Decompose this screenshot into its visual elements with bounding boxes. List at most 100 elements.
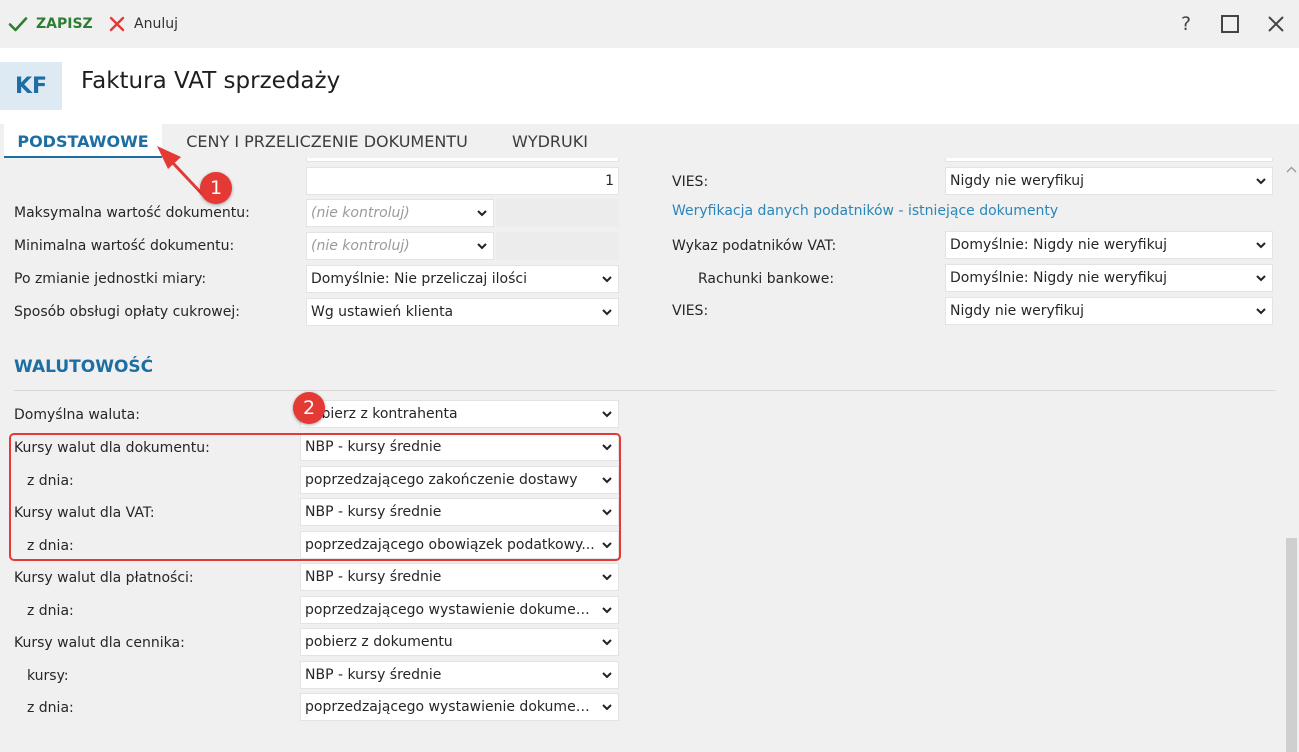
pricelist-date-text: poprzedzającego wystawienie dokumentu bbox=[305, 699, 596, 715]
default-currency-select[interactable]: Pobierz z kontrahenta bbox=[300, 400, 619, 428]
doc-date-select[interactable]: poprzedzającego zakończenie dostawy bbox=[300, 466, 619, 494]
doc-rates-select[interactable]: NBP - kursy średnie bbox=[300, 433, 619, 461]
help-icon: ? bbox=[1180, 13, 1192, 35]
close-window-button[interactable] bbox=[1263, 12, 1289, 36]
default-currency-text: Pobierz z kontrahenta bbox=[305, 406, 458, 422]
vat-date-select[interactable]: poprzedzającego obowiązek podatkowy... bbox=[300, 531, 619, 559]
save-button[interactable]: ZAPISZ bbox=[8, 11, 93, 37]
max-value-text: (nie kontroluj) bbox=[311, 205, 410, 221]
number-value: 1 bbox=[605, 173, 614, 189]
vat-list-label: Wykaz podatników VAT: bbox=[672, 238, 837, 254]
vat-rates-text: NBP - kursy średnie bbox=[305, 504, 442, 520]
document-header: KF Faktura VAT sprzedaży bbox=[0, 48, 1299, 124]
cancel-button-label: Anuluj bbox=[134, 16, 178, 32]
clipped-field-right bbox=[945, 158, 1273, 162]
unit-change-select[interactable]: Domyślnie: Nie przeliczaj ilości bbox=[306, 265, 619, 293]
bank-accounts-text: Domyślnie: Nigdy nie weryfikuj bbox=[950, 270, 1168, 286]
chevron-down-icon bbox=[596, 638, 618, 646]
cancel-button[interactable]: Anuluj bbox=[108, 11, 178, 37]
chevron-down-icon bbox=[596, 443, 618, 451]
maximize-button[interactable] bbox=[1217, 12, 1243, 36]
vies-label-1: VIES: bbox=[672, 174, 709, 190]
chevron-down-icon bbox=[596, 606, 618, 614]
pricelist-rates-label: Kursy walut dla cennika: bbox=[14, 635, 185, 651]
pricelist-date-label: z dnia: bbox=[27, 700, 74, 716]
doc-rates-text: NBP - kursy średnie bbox=[305, 439, 442, 455]
min-value-amount bbox=[496, 232, 619, 260]
max-value-select[interactable]: (nie kontroluj) bbox=[306, 199, 494, 227]
chevron-down-icon bbox=[596, 308, 618, 316]
document-type-badge: KF bbox=[0, 62, 62, 110]
tab-ceny-i-przeliczenie[interactable]: CENY I PRZELICZENIE DOKUMENTU bbox=[166, 124, 488, 158]
chevron-down-icon bbox=[471, 209, 493, 217]
chevron-down-icon bbox=[471, 242, 493, 250]
chevron-down-icon bbox=[596, 410, 618, 418]
vies-text-1: Nigdy nie weryfikuj bbox=[950, 173, 1085, 189]
doc-date-text: poprzedzającego zakończenie dostawy bbox=[305, 472, 578, 488]
scrollbar-thumb[interactable] bbox=[1286, 538, 1297, 752]
currency-section-title: WALUTOWOŚĆ bbox=[14, 357, 154, 377]
min-value-label: Minimalna wartość dokumentu: bbox=[14, 238, 235, 254]
vies-select-2[interactable]: Nigdy nie weryfikuj bbox=[945, 297, 1273, 325]
vies-label-2: VIES: bbox=[672, 303, 709, 319]
scroll-up-arrow-icon[interactable] bbox=[1284, 162, 1299, 176]
pricelist-kursy-select[interactable]: NBP - kursy średnie bbox=[300, 661, 619, 689]
vat-list-select[interactable]: Domyślnie: Nigdy nie weryfikuj bbox=[945, 231, 1273, 259]
vat-rates-label: Kursy walut dla VAT: bbox=[14, 505, 155, 521]
payment-date-text: poprzedzającego wystawienie dokumentu bbox=[305, 602, 596, 618]
vat-date-text: poprzedzającego obowiązek podatkowy... bbox=[305, 537, 595, 553]
max-value-label: Maksymalna wartość dokumentu: bbox=[14, 205, 250, 221]
bank-accounts-label: Rachunki bankowe: bbox=[698, 271, 835, 287]
chevron-down-icon bbox=[596, 508, 618, 516]
close-icon bbox=[1268, 16, 1284, 32]
chevron-down-icon bbox=[596, 671, 618, 679]
vat-date-label: z dnia: bbox=[27, 538, 74, 554]
pricelist-kursy-label: kursy: bbox=[27, 668, 69, 684]
pricelist-rates-text: pobierz z dokumentu bbox=[305, 634, 453, 650]
clipped-field-left bbox=[306, 158, 619, 162]
chevron-down-icon bbox=[1250, 177, 1272, 185]
sugar-fee-text: Wg ustawień klienta bbox=[311, 304, 454, 320]
pricelist-date-select[interactable]: poprzedzającego wystawienie dokumentu bbox=[300, 693, 619, 721]
chevron-down-icon bbox=[596, 541, 618, 549]
tab-bar: PODSTAWOWE CENY I PRZELICZENIE DOKUMENTU… bbox=[0, 124, 1299, 158]
sugar-fee-label: Sposób obsługi opłaty cukrowej: bbox=[14, 304, 240, 320]
maximize-icon bbox=[1221, 15, 1239, 33]
unit-change-label: Po zmianie jednostki miary: bbox=[14, 271, 207, 287]
tab-podstawowe[interactable]: PODSTAWOWE bbox=[4, 124, 162, 158]
form-content: 1 Maksymalna wartość dokumentu: (nie kon… bbox=[0, 158, 1284, 752]
page-title: Faktura VAT sprzedaży bbox=[81, 68, 341, 94]
payment-rates-label: Kursy walut dla płatności: bbox=[14, 570, 194, 586]
save-button-label: ZAPISZ bbox=[36, 16, 93, 32]
chevron-down-icon bbox=[1250, 307, 1272, 315]
vies-select-1[interactable]: Nigdy nie weryfikuj bbox=[945, 167, 1273, 195]
vertical-scrollbar[interactable] bbox=[1284, 158, 1299, 752]
max-value-amount bbox=[496, 199, 619, 227]
number-input[interactable]: 1 bbox=[306, 167, 619, 195]
vat-rates-select[interactable]: NBP - kursy średnie bbox=[300, 498, 619, 526]
pricelist-rates-select[interactable]: pobierz z dokumentu bbox=[300, 628, 619, 656]
doc-date-label: z dnia: bbox=[27, 473, 74, 489]
payment-rates-select[interactable]: NBP - kursy średnie bbox=[300, 563, 619, 591]
chevron-down-icon bbox=[596, 476, 618, 484]
chevron-down-icon bbox=[596, 703, 618, 711]
chevron-down-icon bbox=[596, 275, 618, 283]
verify-taxpayers-link[interactable]: Weryfikacja danych podatników - istnieją… bbox=[672, 203, 1058, 219]
toolbar: ZAPISZ Anuluj ? bbox=[0, 0, 1299, 48]
unit-change-text: Domyślnie: Nie przeliczaj ilości bbox=[311, 271, 527, 287]
payment-date-label: z dnia: bbox=[27, 603, 74, 619]
chevron-down-icon bbox=[596, 573, 618, 581]
payment-date-select[interactable]: poprzedzającego wystawienie dokumentu bbox=[300, 596, 619, 624]
tab-wydruki[interactable]: WYDRUKI bbox=[496, 124, 604, 158]
help-button[interactable]: ? bbox=[1173, 12, 1199, 36]
sugar-fee-select[interactable]: Wg ustawień klienta bbox=[306, 298, 619, 326]
chevron-down-icon bbox=[1250, 241, 1272, 249]
annotation-badge-2: 2 bbox=[293, 392, 325, 424]
vat-list-text: Domyślnie: Nigdy nie weryfikuj bbox=[950, 237, 1168, 253]
min-value-text: (nie kontroluj) bbox=[311, 238, 410, 254]
default-currency-label: Domyślna waluta: bbox=[14, 407, 140, 423]
bank-accounts-select[interactable]: Domyślnie: Nigdy nie weryfikuj bbox=[945, 264, 1273, 292]
annotation-badge-1: 1 bbox=[200, 172, 232, 204]
min-value-select[interactable]: (nie kontroluj) bbox=[306, 232, 494, 260]
close-x-icon bbox=[109, 16, 125, 32]
